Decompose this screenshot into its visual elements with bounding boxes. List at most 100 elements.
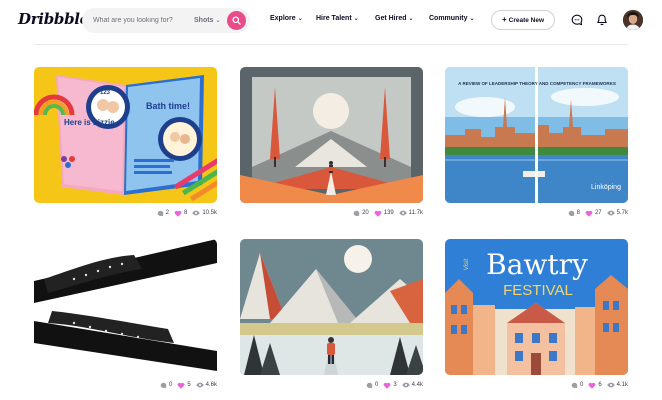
- art-title: A REVIEW OF LEADERSHIP THEORY AND COMPET…: [458, 81, 616, 86]
- views-stat: 10.5k: [192, 210, 217, 216]
- chevron-down-icon: ⌄: [215, 18, 221, 24]
- messages-icon[interactable]: [571, 14, 583, 26]
- eye-icon: [195, 382, 204, 388]
- shot-stats: 0 5 4.6k: [155, 380, 217, 390]
- shot-stats: 0 3 4.4k: [361, 380, 423, 390]
- comment-icon: [568, 210, 574, 216]
- nav-explore[interactable]: Explore ⌄: [270, 15, 303, 22]
- shot-thumbnail[interactable]: [34, 239, 217, 375]
- likes-count: 139: [383, 210, 394, 216]
- likes-count: 6: [598, 382, 602, 388]
- art-title: Bawtry: [486, 248, 588, 281]
- search-button[interactable]: [227, 11, 246, 30]
- nav-community[interactable]: Community ⌄: [429, 15, 475, 22]
- shot-image: Bath time! Here is Lizzie 123: [34, 67, 217, 203]
- comment-icon: [353, 210, 360, 216]
- comment-icon: [157, 210, 163, 216]
- nav-hire-talent-label: Hire Talent: [316, 15, 352, 22]
- eye-icon: [606, 382, 615, 388]
- nav-get-hired[interactable]: Get Hired ⌄: [375, 15, 414, 22]
- chevron-down-icon: ⌄: [408, 16, 414, 22]
- bell-icon[interactable]: [596, 14, 608, 26]
- views-count: 11.7k: [408, 210, 423, 216]
- comments-count: 0: [579, 382, 584, 388]
- comments-stat: 20: [353, 210, 369, 217]
- views-stat: 4.6k: [195, 382, 217, 388]
- avatar-image: [623, 10, 643, 30]
- nav-community-label: Community: [429, 15, 468, 22]
- comments-count: 8: [576, 210, 580, 216]
- create-new-button[interactable]: + Create New: [491, 10, 555, 30]
- comments-count: 2: [165, 210, 169, 216]
- user-avatar[interactable]: [623, 10, 643, 30]
- likes-stat[interactable]: 5: [177, 382, 191, 389]
- shot-thumbnail[interactable]: [240, 67, 423, 203]
- views-stat: 11.7k: [399, 210, 423, 216]
- comment-icon: [160, 382, 167, 388]
- art-numbers: 123: [100, 90, 111, 96]
- comments-stat: 8: [568, 210, 580, 217]
- search-scope-label: Shots: [194, 17, 214, 24]
- views-count: 10.5k: [202, 210, 217, 216]
- comments-stat: 0: [160, 382, 172, 389]
- chevron-down-icon: ⌄: [469, 16, 475, 22]
- likes-count: 3: [393, 382, 397, 388]
- heart-icon: [588, 382, 596, 389]
- search-input[interactable]: [82, 8, 186, 33]
- search-scope-select[interactable]: Shots ⌄: [194, 8, 220, 33]
- shot-thumbnail[interactable]: [240, 239, 423, 375]
- eye-icon: [401, 382, 410, 388]
- views-stat: 5.7k: [606, 210, 628, 216]
- likes-stat[interactable]: 8: [174, 210, 187, 217]
- eye-icon: [399, 210, 407, 216]
- shot-stats: 0 6 4.1k: [566, 380, 628, 390]
- comments-count: 0: [168, 382, 173, 388]
- shot-thumbnail[interactable]: Visit Bawtry FESTIVAL: [445, 239, 628, 375]
- heart-icon: [585, 210, 593, 217]
- comments-count: 20: [362, 210, 369, 216]
- views-count: 5.7k: [616, 210, 628, 216]
- views-count: 4.6k: [205, 382, 217, 388]
- comments-stat: 0: [366, 382, 378, 389]
- shot-image: [34, 239, 217, 375]
- plus-icon: +: [501, 15, 507, 24]
- heart-icon: [374, 210, 382, 217]
- shot-stats: 2 8 10.5k: [152, 208, 217, 218]
- nav-hire-talent[interactable]: Hire Talent ⌄: [316, 15, 359, 22]
- shot-thumbnail[interactable]: A REVIEW OF LEADERSHIP THEORY AND COMPET…: [445, 67, 628, 203]
- nav-explore-label: Explore: [270, 15, 296, 22]
- dribbble-logo[interactable]: Dribbble: [18, 10, 89, 28]
- search-bar: Shots⌄: [82, 8, 250, 33]
- comment-icon: [571, 382, 578, 388]
- likes-stat[interactable]: 6: [588, 382, 602, 389]
- shot-stats: 8 27 5.7k: [563, 208, 628, 218]
- eye-icon: [192, 210, 200, 216]
- heart-icon: [177, 382, 185, 389]
- comments-count: 0: [374, 382, 379, 388]
- comments-stat: 2: [157, 210, 169, 217]
- shot-image: Visit Bawtry FESTIVAL: [445, 239, 628, 375]
- heart-icon: [174, 210, 182, 217]
- search-icon: [232, 16, 241, 25]
- likes-count: 8: [183, 210, 188, 216]
- art-label: Visit: [464, 259, 470, 271]
- views-count: 4.1k: [616, 382, 628, 388]
- shot-stats: 20 139 11.7k: [348, 208, 423, 218]
- likes-stat[interactable]: 139: [374, 210, 394, 217]
- art-place: Linköping: [591, 184, 621, 191]
- top-navigation: Dribbble Shots⌄ Explore⌄ Hire Talent⌄ Ge…: [0, 0, 662, 42]
- eye-icon: [606, 210, 615, 216]
- comment-icon: [366, 382, 373, 388]
- art-text: Here is Lizzie: [64, 118, 115, 127]
- likes-stat[interactable]: 27: [585, 210, 602, 217]
- chevron-down-icon: ⌄: [297, 16, 303, 22]
- art-subtitle: FESTIVAL: [503, 282, 573, 299]
- art-title: Bath time!: [146, 101, 190, 111]
- shot-image: [240, 239, 423, 375]
- chevron-down-icon: ⌄: [353, 16, 359, 22]
- likes-count: 27: [594, 210, 602, 216]
- likes-stat[interactable]: 3: [383, 382, 397, 389]
- views-count: 4.4k: [411, 382, 423, 388]
- create-new-label: Create New: [508, 17, 545, 24]
- shot-thumbnail[interactable]: Bath time! Here is Lizzie 123: [34, 67, 217, 203]
